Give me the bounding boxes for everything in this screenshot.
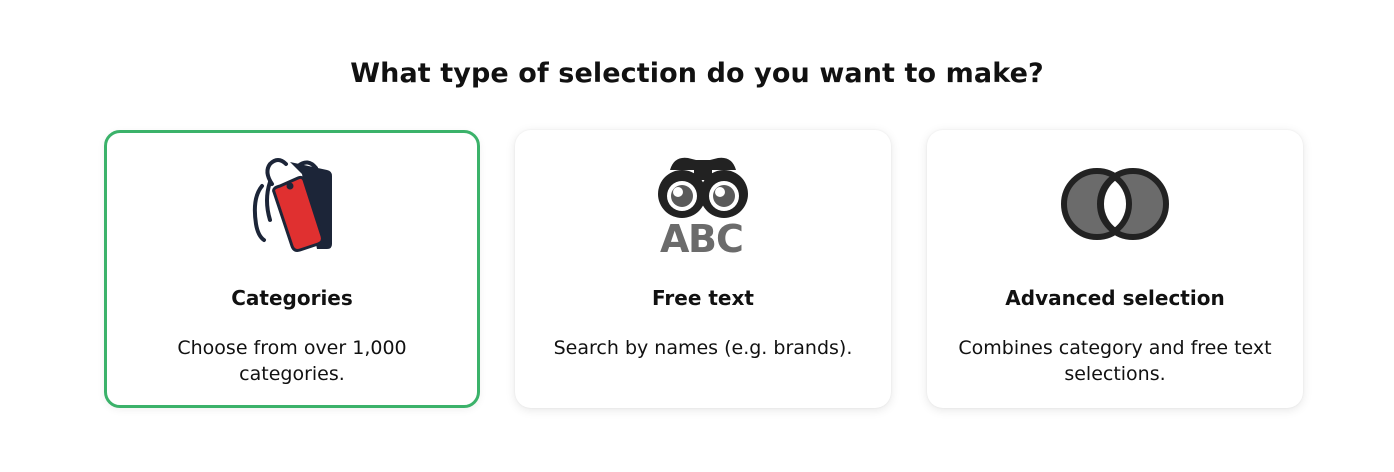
overlapping-circles-icon [927, 152, 1303, 256]
option-card-categories[interactable]: Categories Choose from over 1,000 catego… [104, 130, 480, 408]
svg-text:B: B [688, 217, 717, 256]
option-title: Free text [652, 286, 754, 310]
page-title: What type of selection do you want to ma… [350, 58, 1044, 89]
option-card-free-text[interactable]: A B C Free text Search by names (e.g. br… [515, 130, 891, 408]
option-description: Choose from over 1,000 categories. [177, 337, 407, 385]
svg-text:A: A [660, 217, 690, 256]
option-description: Search by names (e.g. brands). [553, 337, 853, 359]
option-title: Advanced selection [1005, 286, 1225, 310]
tag-icon [107, 152, 477, 256]
option-card-advanced-selection[interactable]: Advanced selection Combines category and… [927, 130, 1303, 408]
option-title: Categories [231, 286, 353, 310]
binoculars-abc-icon: A B C [515, 152, 891, 256]
svg-text:C: C [716, 217, 744, 256]
selection-type-page: What type of selection do you want to ma… [0, 0, 1394, 472]
option-description: Combines category and free text selectio… [958, 337, 1272, 385]
